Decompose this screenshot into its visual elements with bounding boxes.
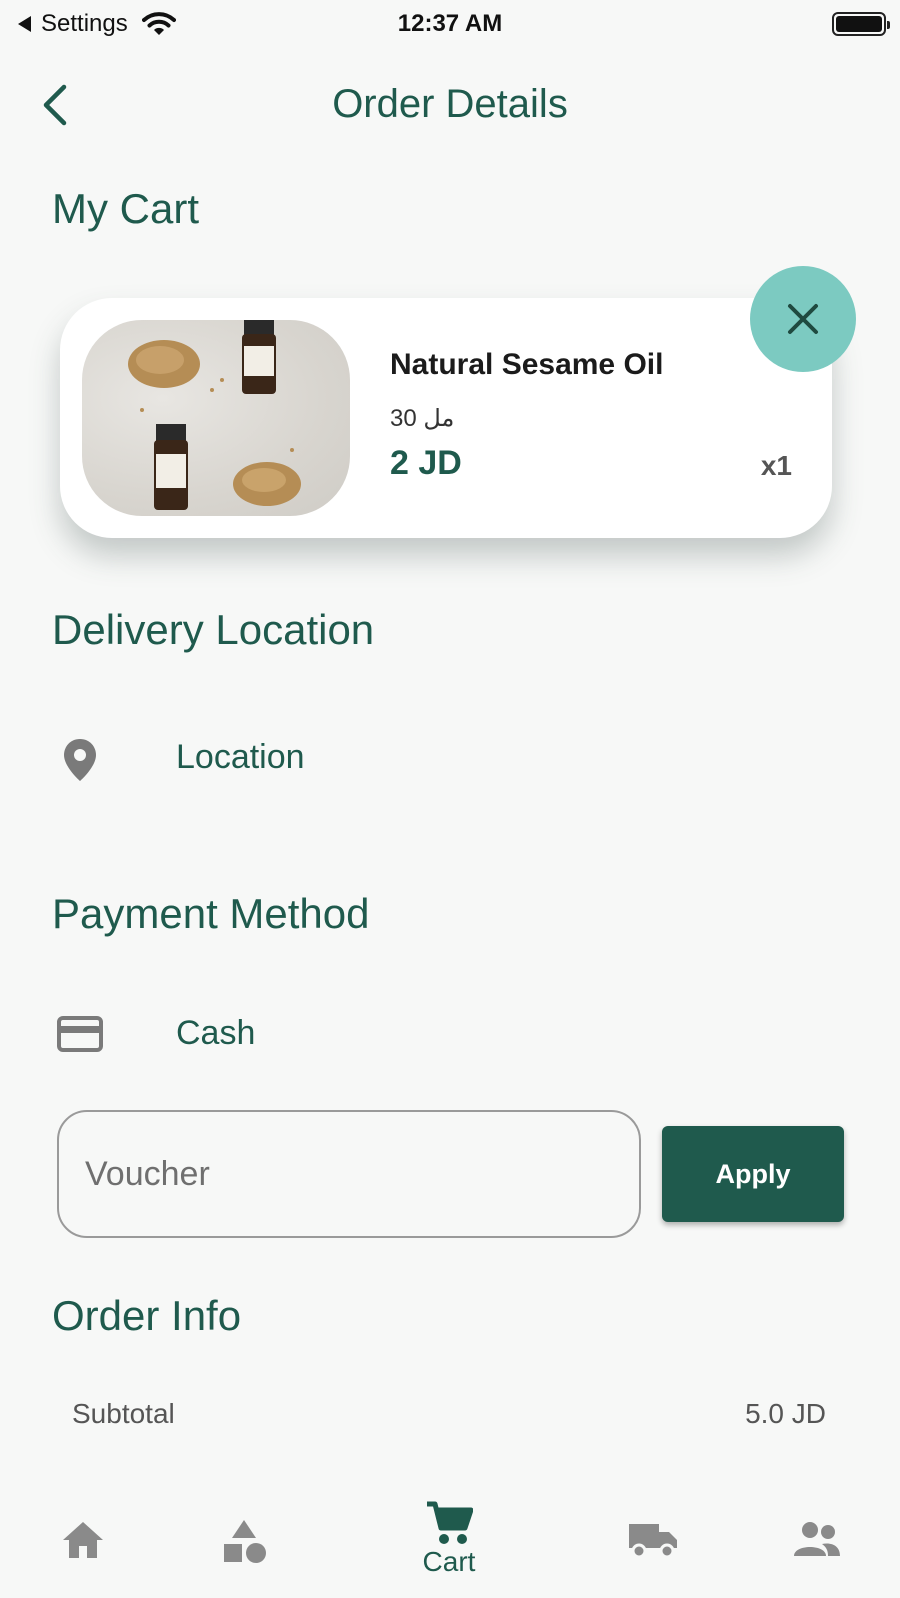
credit-card-icon	[56, 1010, 104, 1058]
page-title: Order Details	[332, 82, 568, 126]
nav-orders[interactable]	[608, 1496, 698, 1586]
product-name: Natural Sesame Oil	[390, 348, 664, 381]
nav-cart[interactable]: Cart	[404, 1496, 494, 1586]
subtotal-value: 5.0 JD	[745, 1398, 826, 1429]
product-size: 30 مل	[390, 405, 455, 432]
cart-item-card[interactable]: Natural Sesame Oil 30 مل 2 JD x1	[60, 298, 832, 538]
voucher-input[interactable]	[57, 1110, 641, 1238]
location-pin-icon	[56, 736, 104, 784]
nav-account[interactable]	[772, 1496, 862, 1586]
home-icon	[63, 1522, 103, 1558]
close-icon	[788, 304, 818, 334]
bottom-nav: Cart	[0, 1478, 900, 1598]
cart-icon	[427, 1501, 473, 1544]
nav-home[interactable]	[38, 1496, 128, 1586]
product-image	[82, 320, 350, 516]
delivery-location-heading: Delivery Location	[52, 606, 375, 653]
battery-icon	[832, 12, 890, 36]
order-details-screen: Settings 12:37 AM Order Details My Cart	[0, 0, 900, 1598]
location-selector[interactable]: Location	[176, 738, 305, 777]
subtotal-row: Subtotal 5.0 JD	[72, 1398, 826, 1430]
payment-method-heading: Payment Method	[52, 890, 370, 937]
product-price: 2 JD	[390, 444, 462, 482]
my-cart-heading: My Cart	[52, 185, 199, 232]
truck-icon	[629, 1524, 677, 1559]
status-time: 12:37 AM	[397, 10, 503, 37]
subtotal-label: Subtotal	[72, 1398, 175, 1429]
status-bar: Settings 12:37 AM	[0, 0, 900, 48]
nav-categories[interactable]	[200, 1496, 290, 1586]
order-info-heading: Order Info	[52, 1292, 242, 1339]
nav-cart-label: Cart	[422, 1546, 476, 1577]
product-quantity: x1	[760, 450, 792, 481]
categories-icon	[224, 1520, 266, 1563]
remove-item-button[interactable]	[750, 266, 856, 372]
apply-voucher-button[interactable]: Apply	[662, 1126, 844, 1222]
payment-method-selector[interactable]: Cash	[176, 1014, 255, 1053]
people-icon	[794, 1522, 840, 1556]
